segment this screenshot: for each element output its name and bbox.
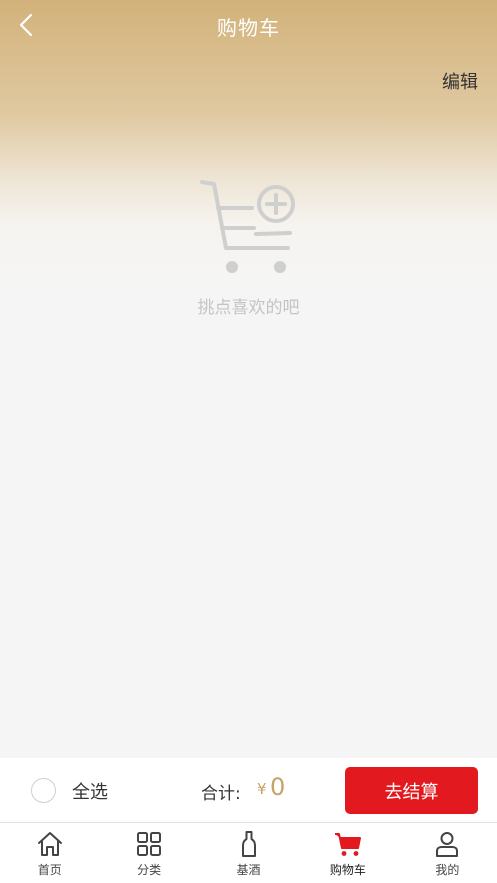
edit-button[interactable]: 编辑 — [442, 68, 478, 94]
checkout-bar: 全选 合计: ¥ 0 去结算 — [0, 758, 497, 822]
total-label: 合计: — [201, 784, 241, 804]
total-amount: 0 — [270, 773, 286, 801]
tab-base-liquor[interactable]: 基酒 — [199, 823, 298, 883]
tab-label: 首页 — [37, 863, 62, 877]
nav-bar: 购物车 — [0, 0, 497, 52]
tab-mine[interactable]: 我的 — [398, 823, 497, 883]
tab-home[interactable]: 首页 — [0, 823, 99, 883]
tab-label: 我的 — [435, 863, 460, 877]
user-icon — [436, 832, 459, 857]
cart-icon — [334, 833, 361, 856]
currency-symbol: ¥ — [257, 780, 267, 798]
bottle-icon — [241, 831, 256, 857]
tab-label: 基酒 — [236, 863, 261, 877]
grid-icon — [137, 832, 162, 856]
home-icon — [37, 832, 62, 856]
select-all-checkbox[interactable] — [31, 778, 56, 803]
empty-cart-message: 挑点喜欢的吧 — [197, 298, 300, 318]
tab-label: 分类 — [137, 863, 162, 877]
tab-category[interactable]: 分类 — [99, 823, 198, 883]
page-title: 购物车 — [217, 16, 280, 40]
cart-add-icon — [196, 178, 300, 278]
tab-label: 购物车 — [329, 863, 366, 877]
select-all-label[interactable]: 全选 — [72, 778, 108, 804]
tab-bar: 首页 分类 基酒 购物车 我的 — [0, 822, 497, 883]
checkout-button[interactable]: 去结算 — [345, 767, 478, 814]
tab-cart[interactable]: 购物车 — [298, 823, 397, 883]
